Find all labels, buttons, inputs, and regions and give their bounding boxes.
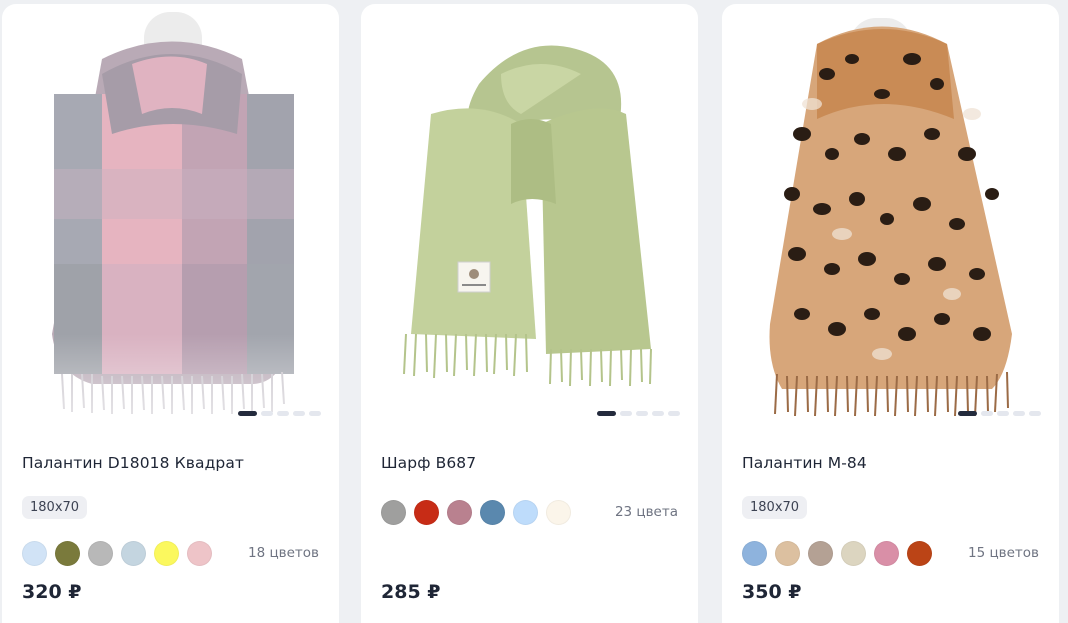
carousel-dot[interactable] xyxy=(652,411,664,416)
color-swatch[interactable] xyxy=(22,541,47,566)
color-swatch[interactable] xyxy=(414,500,439,525)
image-carousel-dots xyxy=(238,411,321,416)
carousel-dot[interactable] xyxy=(309,411,321,416)
carousel-dot[interactable] xyxy=(1029,411,1041,416)
product-image[interactable] xyxy=(722,4,1059,424)
color-swatch[interactable] xyxy=(775,541,800,566)
carousel-dot[interactable] xyxy=(1013,411,1025,416)
carousel-dot[interactable] xyxy=(620,411,632,416)
image-carousel-dots xyxy=(958,411,1041,416)
product-price: 350 ₽ xyxy=(742,581,802,603)
carousel-dot[interactable] xyxy=(668,411,680,416)
color-swatches xyxy=(22,541,212,566)
green-scarf-image xyxy=(403,45,652,387)
color-swatch[interactable] xyxy=(513,500,538,525)
size-badge: 180x70 xyxy=(22,496,88,519)
product-title[interactable]: Палантин M-84 xyxy=(742,454,867,472)
carousel-dot[interactable] xyxy=(293,411,305,416)
product-image[interactable] xyxy=(361,4,698,424)
product-card[interactable]: Палантин M-84 180x70 15 цветов 350 ₽ xyxy=(722,4,1059,623)
carousel-dot[interactable] xyxy=(261,411,273,416)
product-card[interactable]: Палантин D18018 Квадрат 180x70 18 цветов… xyxy=(2,4,339,623)
product-title[interactable]: Палантин D18018 Квадрат xyxy=(22,454,244,472)
carousel-dot[interactable] xyxy=(997,411,1009,416)
colors-count: 15 цветов xyxy=(967,545,1039,561)
color-swatch[interactable] xyxy=(187,541,212,566)
carousel-dot-active[interactable] xyxy=(597,411,616,416)
color-swatch[interactable] xyxy=(480,500,505,525)
size-badge: 180x70 xyxy=(742,496,808,519)
carousel-dot-active[interactable] xyxy=(238,411,257,416)
color-swatch[interactable] xyxy=(742,541,767,566)
carousel-dot[interactable] xyxy=(981,411,993,416)
color-swatch[interactable] xyxy=(907,541,932,566)
colors-count: 23 цвета xyxy=(614,504,678,520)
product-price: 320 ₽ xyxy=(22,581,82,603)
carousel-dot[interactable] xyxy=(277,411,289,416)
product-title[interactable]: Шарф B687 xyxy=(381,454,476,472)
product-grid: Палантин D18018 Квадрат 180x70 18 цветов… xyxy=(0,0,1068,623)
color-swatch[interactable] xyxy=(121,541,146,566)
color-swatch[interactable] xyxy=(447,500,472,525)
color-swatch[interactable] xyxy=(841,541,866,566)
product-image[interactable] xyxy=(2,4,339,424)
colors-count: 18 цветов xyxy=(247,545,319,561)
color-swatch[interactable] xyxy=(381,500,406,525)
color-swatch[interactable] xyxy=(808,541,833,566)
color-swatch[interactable] xyxy=(546,500,571,525)
carousel-dot-active[interactable] xyxy=(958,411,977,416)
color-swatch[interactable] xyxy=(154,541,179,566)
color-swatches xyxy=(742,541,932,566)
product-card[interactable]: Шарф B687 23 цвета 285 ₽ xyxy=(361,4,698,623)
color-swatch[interactable] xyxy=(874,541,899,566)
leopard-scarf-image xyxy=(769,18,1012,417)
plaid-scarf-image xyxy=(2,12,339,424)
color-swatch[interactable] xyxy=(88,541,113,566)
color-swatches xyxy=(381,500,571,525)
carousel-dot[interactable] xyxy=(636,411,648,416)
color-swatch[interactable] xyxy=(55,541,80,566)
image-carousel-dots xyxy=(597,411,680,416)
product-price: 285 ₽ xyxy=(381,581,441,603)
